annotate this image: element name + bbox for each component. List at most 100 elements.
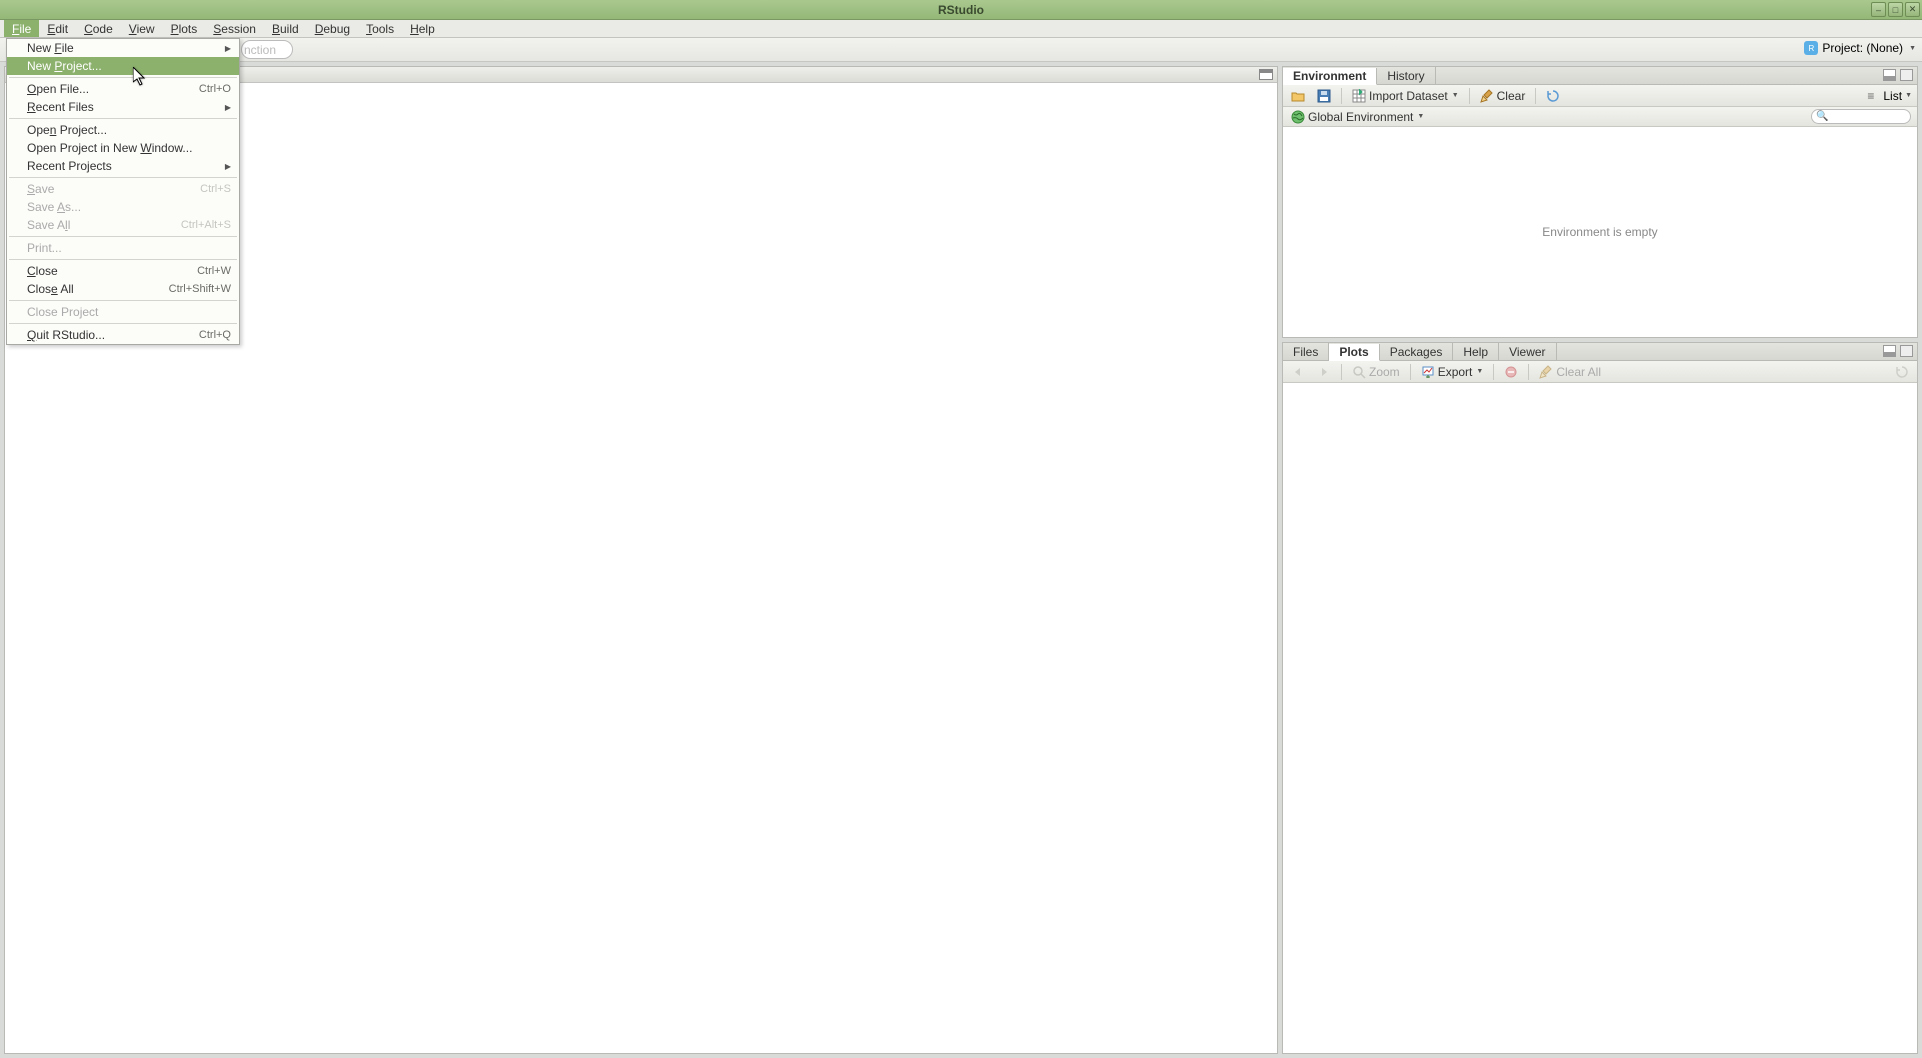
menu-save-all: Save AllCtrl+Alt+S <box>7 216 239 234</box>
refresh-plot-button <box>1891 364 1913 380</box>
minimize-button[interactable]: ‒ <box>1871 2 1886 17</box>
menu-separator <box>9 259 237 260</box>
save-icon <box>1317 89 1331 103</box>
file-menu-dropdown: New File▶ New Project... Open File...Ctr… <box>6 38 240 345</box>
maximize-pane-icon[interactable] <box>1259 69 1273 80</box>
refresh-button[interactable] <box>1542 88 1564 104</box>
right-column: Environment History <box>1282 66 1918 1054</box>
broom-icon <box>1539 365 1553 379</box>
menu-help[interactable]: Help <box>402 20 443 37</box>
chevron-down-icon: ▼ <box>1452 92 1459 99</box>
menu-new-project[interactable]: New Project... <box>7 57 239 75</box>
tab-environment[interactable]: Environment <box>1283 68 1377 85</box>
tab-history[interactable]: History <box>1377 67 1435 84</box>
menu-debug[interactable]: Debug <box>307 20 358 37</box>
menu-tools[interactable]: Tools <box>358 20 402 37</box>
menu-open-project-new-window[interactable]: Open Project in New Window... <box>7 139 239 157</box>
tab-packages[interactable]: Packages <box>1380 343 1454 360</box>
plot-canvas <box>1283 383 1917 1053</box>
menu-quit[interactable]: Quit RStudio...Ctrl+Q <box>7 326 239 344</box>
menu-session[interactable]: Session <box>205 20 264 37</box>
import-dataset-button[interactable]: Import Dataset▼ <box>1348 88 1463 104</box>
menu-separator <box>9 77 237 78</box>
plots-tab-row: Files Plots Packages Help Viewer <box>1283 343 1917 361</box>
zoom-icon <box>1352 365 1366 379</box>
menu-close-all[interactable]: Close AllCtrl+Shift+W <box>7 280 239 298</box>
load-workspace-button[interactable] <box>1287 88 1309 104</box>
submenu-arrow-icon: ▶ <box>225 44 231 53</box>
chevron-down-icon: ▼ <box>1905 92 1912 99</box>
menu-build[interactable]: Build <box>264 20 307 37</box>
main-area: Environment History <box>0 62 1918 1058</box>
menu-open-file[interactable]: Open File...Ctrl+O <box>7 80 239 98</box>
tab-files[interactable]: Files <box>1283 343 1329 360</box>
plot-back-button <box>1287 364 1309 380</box>
chevron-down-icon: ▼ <box>1417 113 1424 120</box>
env-toolbar: Import Dataset▼ Clear ≡ List <box>1283 85 1917 107</box>
menubar: File Edit Code View Plots Session Build … <box>0 20 1922 38</box>
maximize-button[interactable]: □ <box>1888 2 1903 17</box>
plot-forward-button <box>1313 364 1335 380</box>
globe-icon <box>1291 110 1305 124</box>
toolbar-separator <box>1528 364 1529 380</box>
menu-open-project[interactable]: Open Project... <box>7 121 239 139</box>
folder-open-icon <box>1291 89 1305 103</box>
maximize-pane-icon[interactable] <box>1900 345 1913 357</box>
menu-code[interactable]: Code <box>76 20 121 37</box>
submenu-arrow-icon: ▶ <box>225 162 231 171</box>
window-title: RStudio <box>938 3 984 17</box>
zoom-button: Zoom <box>1348 364 1404 380</box>
menu-close[interactable]: CloseCtrl+W <box>7 262 239 280</box>
clear-workspace-button[interactable]: Clear <box>1476 88 1530 104</box>
project-selector[interactable]: R Project: (None) ▼ <box>1804 41 1916 55</box>
main-toolbar: nction R Project: (None) ▼ <box>0 38 1922 62</box>
toolbar-separator <box>1341 88 1342 104</box>
broom-icon <box>1480 89 1494 103</box>
project-icon: R <box>1804 41 1818 55</box>
scope-selector[interactable]: Global Environment▼ <box>1287 109 1428 125</box>
arrow-left-icon <box>1291 365 1305 379</box>
tab-viewer[interactable]: Viewer <box>1499 343 1556 360</box>
remove-icon <box>1504 365 1518 379</box>
tab-plots[interactable]: Plots <box>1329 344 1379 361</box>
maximize-pane-icon[interactable] <box>1900 69 1913 81</box>
toolbar-separator <box>1341 364 1342 380</box>
refresh-icon <box>1895 365 1909 379</box>
env-search-input[interactable]: 🔍 <box>1811 109 1911 124</box>
chevron-down-icon: ▼ <box>1909 45 1916 52</box>
arrow-right-icon <box>1317 365 1331 379</box>
plots-panel: ⋯⋯ Files Plots Packages Help Viewer <box>1282 342 1918 1054</box>
menu-recent-files[interactable]: Recent Files▶ <box>7 98 239 116</box>
list-lines-icon: ≡ <box>1867 89 1881 103</box>
menu-new-file[interactable]: New File▶ <box>7 39 239 57</box>
submenu-arrow-icon: ▶ <box>225 103 231 112</box>
menu-view[interactable]: View <box>121 20 163 37</box>
menu-separator <box>9 118 237 119</box>
menu-plots[interactable]: Plots <box>163 20 206 37</box>
menu-file[interactable]: File <box>4 20 39 37</box>
close-window-button[interactable]: ✕ <box>1905 2 1920 17</box>
env-tab-row: Environment History <box>1283 67 1917 85</box>
menu-save-as: Save As... <box>7 198 239 216</box>
project-label: Project: (None) <box>1822 41 1903 55</box>
menu-edit[interactable]: Edit <box>39 20 76 37</box>
env-scope-row: Global Environment▼ 🔍 <box>1283 107 1917 127</box>
view-mode-button[interactable]: ≡ List▼ <box>1867 89 1912 103</box>
grid-import-icon <box>1352 89 1366 103</box>
toolbar-separator <box>1410 364 1411 380</box>
minimize-pane-icon[interactable] <box>1883 69 1896 81</box>
export-button[interactable]: Export▼ <box>1417 364 1488 380</box>
environment-empty-message: Environment is empty <box>1283 127 1917 337</box>
minimize-pane-icon[interactable] <box>1883 345 1896 357</box>
menu-separator <box>9 323 237 324</box>
save-workspace-button[interactable] <box>1313 88 1335 104</box>
menu-save: SaveCtrl+S <box>7 180 239 198</box>
environment-panel: Environment History <box>1282 66 1918 338</box>
window-controls: ‒ □ ✕ <box>1871 2 1920 17</box>
menu-separator <box>9 236 237 237</box>
goto-function-input[interactable]: nction <box>241 40 293 59</box>
titlebar: RStudio ‒ □ ✕ <box>0 0 1922 20</box>
clear-all-plots-button: Clear All <box>1535 364 1605 380</box>
menu-recent-projects[interactable]: Recent Projects▶ <box>7 157 239 175</box>
tab-help[interactable]: Help <box>1453 343 1499 360</box>
